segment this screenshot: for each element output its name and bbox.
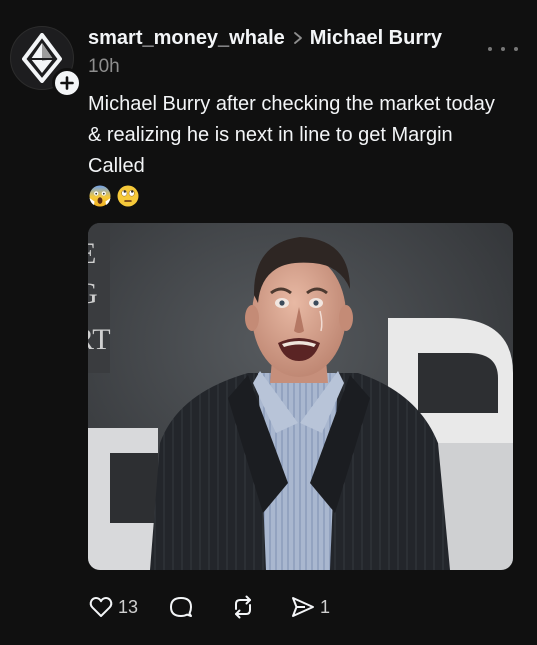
svg-text:G: G <box>88 277 98 310</box>
face-screaming-in-fear-emoji <box>89 185 111 207</box>
post-timestamp: 10h <box>88 56 120 77</box>
comment-bubble-icon <box>170 597 193 617</box>
caption-emojis <box>88 184 140 208</box>
photo-illustration: E G RT <box>88 223 513 570</box>
post-caption: Michael Burry after checking the market … <box>88 93 495 177</box>
author-avatar-container[interactable] <box>10 26 82 98</box>
thread-post: smart_money_whale Michael Burry 10h Mich… <box>0 0 537 645</box>
heart-icon <box>89 597 113 617</box>
svg-text:E: E <box>88 237 96 270</box>
like-button[interactable]: 13 <box>88 594 138 620</box>
share-count: 1 <box>320 596 331 617</box>
more-options-button[interactable] <box>488 42 518 56</box>
send-icon <box>292 597 315 617</box>
more-horizontal-icon-dot <box>501 47 505 51</box>
face-with-rolling-eyes-emoji <box>117 185 139 207</box>
chevron-right-icon <box>293 31 303 45</box>
repost-icon <box>235 595 252 619</box>
comment-button[interactable] <box>168 594 194 620</box>
topic-tag[interactable]: Michael Burry <box>310 27 442 50</box>
author-username[interactable]: smart_money_whale <box>88 27 285 50</box>
like-count: 13 <box>118 596 139 617</box>
post-image[interactable]: E G RT <box>88 223 513 570</box>
more-horizontal-icon-dot <box>514 47 518 51</box>
share-button[interactable]: 1 <box>290 594 330 620</box>
svg-text:RT: RT <box>88 323 111 356</box>
repost-button[interactable] <box>230 594 256 620</box>
post-header: smart_money_whale Michael Burry <box>88 24 442 52</box>
plus-icon <box>60 76 74 90</box>
more-horizontal-icon <box>488 47 492 51</box>
post-actions: 13 1 <box>88 592 330 622</box>
follow-button[interactable] <box>52 68 82 98</box>
